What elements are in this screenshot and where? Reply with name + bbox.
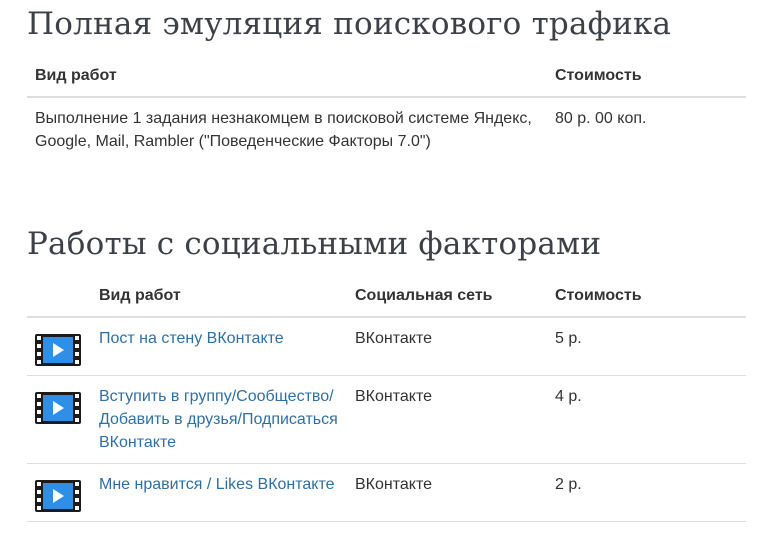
header-work-type: Вид работ [35, 67, 117, 84]
video-icon[interactable] [35, 480, 81, 512]
header-icon [27, 276, 99, 317]
section-title-social-factors: Работы с социальными факторами [27, 226, 602, 262]
price-value: 5 р. [555, 330, 582, 347]
price-value: 2 р. [555, 476, 582, 493]
table-row: Пост на стену ВКонтакте ВКонтакте 5 р. [27, 317, 746, 376]
social-factors-table: Вид работ Социальная сеть Стоимость Пост… [27, 276, 746, 522]
work-link[interactable]: Пост на стену ВКонтакте [99, 330, 284, 347]
section-title-search-emulation: Полная эмуляция поискового трафика [27, 6, 672, 42]
table-row: Вступить в группу/Сообщество/Добавить в … [27, 376, 746, 464]
table-row: Мне нравится / Likes ВКонтакте ВКонтакте… [27, 464, 746, 522]
header-price: Стоимость [555, 67, 642, 84]
table-header-row: Вид работ Стоимость [27, 56, 746, 97]
search-emulation-table: Вид работ Стоимость Выполнение 1 задания… [27, 56, 746, 163]
network-value: ВКонтакте [355, 476, 432, 493]
network-value: ВКонтакте [355, 330, 432, 347]
table-header-row: Вид работ Социальная сеть Стоимость [27, 276, 746, 317]
work-link[interactable]: Мне нравится / Likes ВКонтакте [99, 476, 335, 493]
header-price: Стоимость [555, 287, 642, 304]
header-network: Социальная сеть [355, 287, 493, 304]
video-icon[interactable] [35, 334, 81, 366]
table-row: Выполнение 1 задания незнакомцем в поиск… [27, 97, 746, 163]
video-icon[interactable] [35, 392, 81, 424]
price-value: 80 р. 00 коп. [555, 110, 647, 127]
price-value: 4 р. [555, 388, 582, 405]
network-value: ВКонтакте [355, 388, 432, 405]
header-work-type: Вид работ [99, 287, 181, 304]
work-link[interactable]: Вступить в группу/Сообщество/Добавить в … [99, 388, 338, 451]
work-description: Выполнение 1 задания незнакомцем в поиск… [35, 110, 532, 150]
